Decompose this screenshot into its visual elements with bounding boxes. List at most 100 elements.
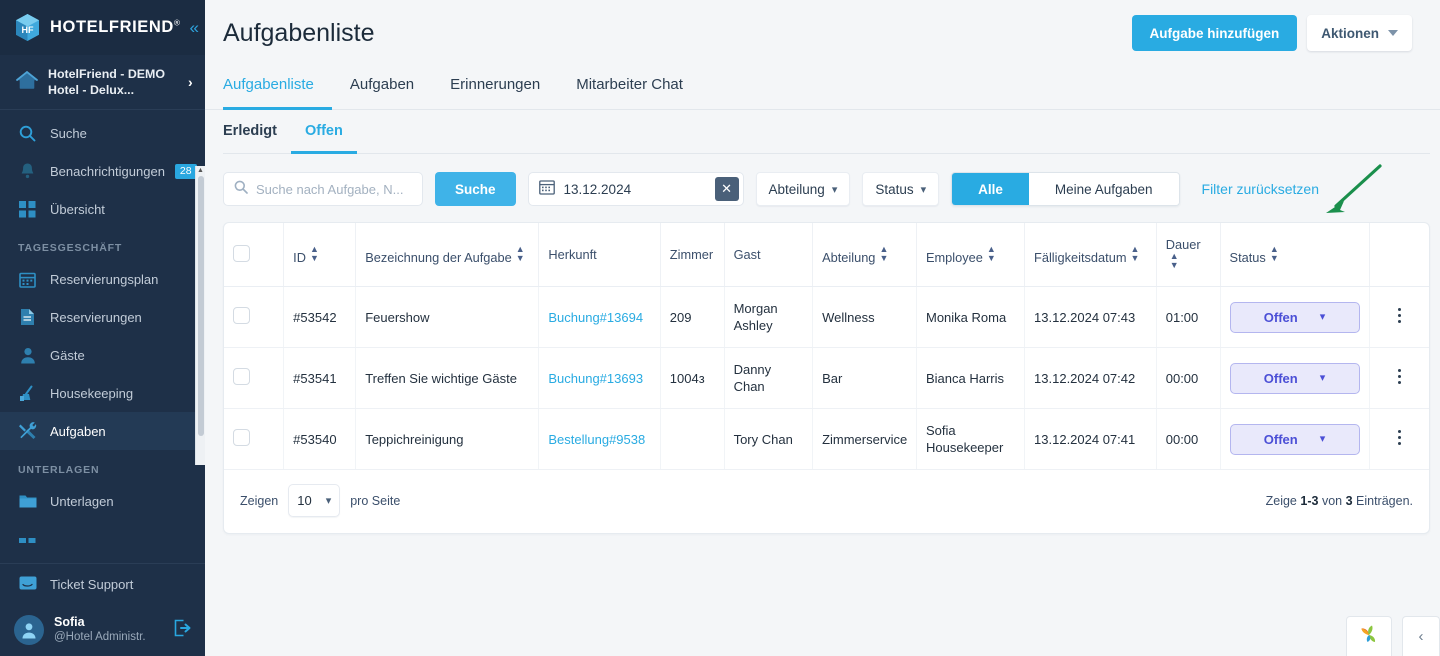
status-label: Offen xyxy=(1263,431,1298,447)
chat-widget-expand[interactable]: ‹ xyxy=(1402,616,1440,656)
tab-mitarbeiter-chat[interactable]: Mitarbeiter Chat xyxy=(558,66,701,110)
sidebar-item-aufgaben[interactable]: Aufgaben xyxy=(0,412,205,450)
select-all-checkbox[interactable] xyxy=(233,244,250,262)
th-due-date[interactable]: Fälligkeitsdatum▲ ▼ xyxy=(1024,223,1157,287)
cell-id: #53542 xyxy=(283,286,357,348)
status-badge[interactable]: Offen ▾ xyxy=(1229,423,1360,455)
table-row[interactable]: #53542 Feuershow Buchung#13694 209 Morga… xyxy=(224,286,1429,348)
cell-guest: Morgan Ashley xyxy=(724,286,814,348)
row-menu-icon[interactable] xyxy=(1379,308,1420,323)
svg-text:HF: HF xyxy=(22,25,34,35)
cube-logo-icon: HF xyxy=(14,13,41,42)
th-id[interactable]: ID▲ ▼ xyxy=(283,223,357,287)
logout-icon[interactable] xyxy=(173,619,195,641)
filter-bar: Suche 13.12.2024 ✕ Abteilung ▾ Status ▾ xyxy=(223,154,1430,222)
chevron-down-icon: ▾ xyxy=(831,183,838,196)
sidebar-item-ticket-support[interactable]: Ticket Support xyxy=(0,564,205,604)
th-employee[interactable]: Employee▲ ▼ xyxy=(916,223,1026,287)
brand-name: HOTELFRIEND® xyxy=(50,18,181,36)
sidebar-item-uebersicht[interactable]: Übersicht xyxy=(0,190,205,228)
status-badge[interactable]: Offen ▾ xyxy=(1229,301,1360,333)
department-dropdown-label: Abteilung xyxy=(768,181,825,197)
chat-icon xyxy=(18,575,37,594)
origin-link[interactable]: Buchung#13693 xyxy=(548,371,643,386)
tasks-panel: Erledigt Offen Suche 13.12.2024 ✕ xyxy=(223,110,1430,534)
sidebar-user-info: Sofia @Hotel Administr. xyxy=(54,615,163,645)
sidebar-item-label: Benachrichtigungen xyxy=(50,163,165,179)
status-label: Offen xyxy=(1263,370,1298,386)
chevron-left-icon: ‹ xyxy=(1418,628,1424,645)
search-button[interactable]: Suche xyxy=(435,172,516,206)
th-title[interactable]: Bezeichnung der Aufgabe▲ ▼ xyxy=(355,223,540,287)
sidebar-user[interactable]: Sofia @Hotel Administr. xyxy=(0,604,205,656)
cell-room: 209 xyxy=(660,286,725,348)
sidebar-item-gaeste[interactable]: Gäste xyxy=(0,336,205,374)
sidebar-item-benachrichtigungen[interactable]: Benachrichtigungen 28 xyxy=(0,152,205,190)
tab-aufgaben[interactable]: Aufgaben xyxy=(332,66,432,110)
sidebar-item-suche[interactable]: Suche xyxy=(0,114,205,152)
sidebar-item-reservierungen[interactable]: Reservierungen xyxy=(0,298,205,336)
broom-icon xyxy=(18,384,37,403)
th-label: Bezeichnung der Aufgabe xyxy=(365,249,512,265)
sidebar-item-reservierungsplan[interactable]: Reservierungsplan xyxy=(0,260,205,298)
row-checkbox[interactable] xyxy=(233,428,250,446)
sidebar-item-label: Aufgaben xyxy=(50,423,106,439)
chevron-double-left-icon[interactable]: « xyxy=(189,19,198,36)
document-icon xyxy=(18,308,37,327)
row-menu-icon[interactable] xyxy=(1379,369,1420,384)
department-dropdown[interactable]: Abteilung ▾ xyxy=(755,172,851,206)
tab-aufgabenliste[interactable]: Aufgabenliste xyxy=(223,66,332,110)
origin-link[interactable]: Buchung#13694 xyxy=(548,310,643,325)
th-department[interactable]: Abteilung▲ ▼ xyxy=(812,223,917,287)
grid-partial-icon xyxy=(18,530,37,549)
chevron-down-icon: ▾ xyxy=(920,183,927,196)
close-icon[interactable]: ✕ xyxy=(714,177,739,201)
subtab-offen[interactable]: Offen xyxy=(290,110,357,154)
segment-meine-aufgaben[interactable]: Meine Aufgaben xyxy=(1028,173,1179,205)
actions-button[interactable]: Aktionen xyxy=(1307,15,1412,51)
status-dropdown[interactable]: Status ▾ xyxy=(862,172,940,206)
user-role: @Hotel Administr. xyxy=(54,631,146,643)
table-row[interactable]: #53541 Treffen Sie wichtige Gäste Buchun… xyxy=(224,347,1429,409)
sidebar-scrollbar[interactable]: ▲ xyxy=(195,166,205,465)
sidebar-item-unterlagen[interactable]: Unterlagen xyxy=(0,482,205,520)
sidebar-bottom: Ticket Support Sofia @Hotel Administr. xyxy=(0,563,205,656)
sidebar-item-label: Übersicht xyxy=(50,201,105,217)
th-label: Zimmer xyxy=(669,247,714,262)
sort-icon: ▲ ▼ xyxy=(1169,251,1179,270)
th-label: Herkunft xyxy=(548,247,597,262)
segment-alle[interactable]: Alle xyxy=(952,173,1029,205)
sort-icon: ▲ ▼ xyxy=(1130,243,1140,263)
subtab-erledigt[interactable]: Erledigt xyxy=(223,110,291,154)
table-row[interactable]: #53540 Teppichreinigung Bestellung#9538 … xyxy=(224,408,1429,469)
reset-filter-link[interactable]: Filter zurücksetzen xyxy=(1202,181,1319,197)
origin-link[interactable]: Bestellung#9538 xyxy=(548,432,645,447)
leaf-flower-icon xyxy=(1356,621,1382,652)
sidebar-item-housekeeping[interactable]: Housekeeping xyxy=(0,374,205,412)
status-badge[interactable]: Offen ▾ xyxy=(1229,362,1360,394)
record-count: Zeige 1-3 von 3 Einträgen. xyxy=(1266,494,1413,508)
per-page-value: 10 xyxy=(297,493,312,508)
sidebar-item-label: Ticket Support xyxy=(50,576,134,592)
th-status[interactable]: Status▲ ▼ xyxy=(1220,223,1370,287)
row-checkbox[interactable] xyxy=(233,306,250,324)
table-header-row: ID▲ ▼ Bezeichnung der Aufgabe▲ ▼ Herkunft … xyxy=(224,223,1429,287)
sidebar-section-tagesgeschaeft: TAGESGESCHÄFT xyxy=(18,242,123,254)
cell-title: Treffen Sie wichtige Gäste xyxy=(355,347,540,409)
add-task-button[interactable]: Aufgabe hinzufügen xyxy=(1131,15,1298,51)
per-page-select[interactable]: 10 ▾ xyxy=(288,484,341,517)
scroll-up-icon[interactable]: ▲ xyxy=(196,166,205,176)
cell-duration: 00:00 xyxy=(1156,347,1221,409)
search-input[interactable] xyxy=(256,181,412,197)
row-checkbox[interactable] xyxy=(233,367,250,385)
th-duration[interactable]: Dauer▲ ▼ xyxy=(1156,223,1221,287)
hotel-selector[interactable]: HotelFriend - DEMO Hotel - Delux... › xyxy=(0,55,205,110)
tab-erinnerungen[interactable]: Erinnerungen xyxy=(432,66,558,110)
chat-widget-button[interactable] xyxy=(1346,616,1392,656)
date-filter[interactable]: 13.12.2024 ✕ xyxy=(527,172,744,206)
cell-origin: Buchung#13693 xyxy=(538,347,661,409)
row-menu-icon[interactable] xyxy=(1379,430,1420,445)
scrollbar-thumb[interactable] xyxy=(198,176,204,436)
search-field-wrapper[interactable] xyxy=(223,172,423,206)
sidebar-item-partial[interactable] xyxy=(0,520,205,558)
